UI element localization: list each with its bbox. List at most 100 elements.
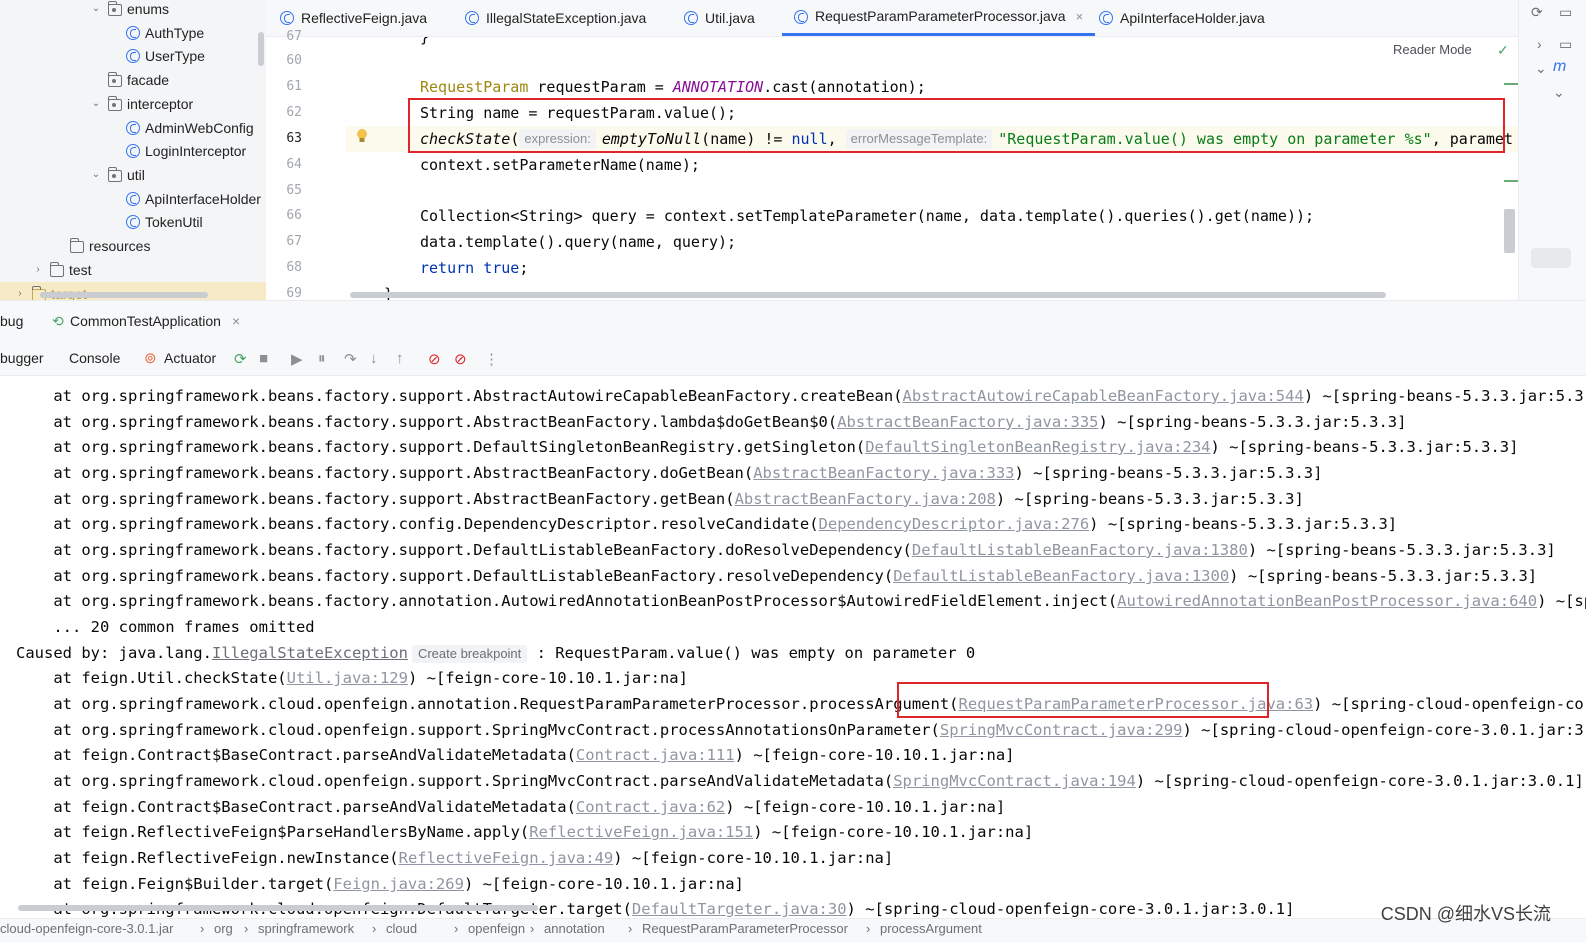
chevron-down-icon[interactable]: ⌄ <box>90 0 102 21</box>
console-line: at org.springframework.beans.factory.sup… <box>16 387 1586 405</box>
class-icon <box>684 11 698 25</box>
run-config-tab[interactable]: CommonTestApplication <box>70 313 221 329</box>
stack-trace-link[interactable]: AbstractBeanFactory.java:335 <box>837 413 1098 431</box>
project-tree: ⌄ enums AuthType UserType facade ⌄ interce… <box>0 0 266 300</box>
step-into-icon[interactable]: ↓ <box>370 350 378 367</box>
breadcrumb-item[interactable]: springframework <box>258 921 354 936</box>
editor-horizontal-scrollbar[interactable] <box>350 292 1386 298</box>
console-horizontal-scrollbar[interactable] <box>18 905 538 911</box>
stack-trace-link[interactable]: DefaultListableBeanFactory.java:1380 <box>912 541 1248 559</box>
code-line-66: Collection<String> query = context.setTe… <box>420 207 1315 225</box>
chevron-right-icon[interactable]: › <box>14 282 26 300</box>
tree-item-facade[interactable]: facade <box>107 68 169 92</box>
chevron-down-icon[interactable]: ⌄ <box>90 92 102 116</box>
stack-trace-link[interactable]: Contract.java:111 <box>576 746 735 764</box>
breadcrumb-item[interactable]: processArgument <box>880 921 982 936</box>
stack-trace-link[interactable]: DefaultListableBeanFactory.java:1300 <box>893 567 1229 585</box>
tree-item-usertype[interactable]: UserType <box>126 44 205 68</box>
tab-debugger[interactable]: bugger <box>0 350 44 366</box>
tree-item-resources[interactable]: resources <box>69 234 150 258</box>
tab-illegalstateexception[interactable]: IllegalStateException.java <box>465 0 646 36</box>
stack-trace-link[interactable]: Util.java:129 <box>287 669 408 687</box>
stack-trace-link[interactable]: AbstractAutowireCapableBeanFactory.java:… <box>903 387 1304 405</box>
breadcrumb-item[interactable]: org <box>214 921 233 936</box>
folder-icon[interactable]: ▭ <box>1559 4 1572 21</box>
resume-icon[interactable]: ▶ <box>291 350 303 368</box>
stop-icon[interactable]: ■ <box>259 350 268 367</box>
console-line: at org.springframework.beans.factory.con… <box>16 515 1398 533</box>
close-tab-icon[interactable]: × <box>1076 0 1084 34</box>
breadcrumb-item[interactable]: cloud <box>386 921 417 936</box>
tab-util[interactable]: Util.java <box>684 0 755 36</box>
breadcrumb-item[interactable]: RequestParamParameterProcessor <box>642 921 848 936</box>
method-icon[interactable]: m <box>1553 58 1566 76</box>
chevron-right-icon[interactable]: › <box>32 258 44 282</box>
stack-trace-link[interactable]: DefaultTargeter.java:30 <box>632 900 847 918</box>
debug-tab[interactable]: bug <box>0 313 23 329</box>
tree-item-adminwebconfig[interactable]: AdminWebConfig <box>126 116 254 140</box>
chevron-down-icon[interactable]: ⌄ <box>1553 84 1565 101</box>
tab-actuator[interactable]: Actuator <box>164 350 216 366</box>
right-tool-strip: ⟳ ▭ › ▭ ⌄ m ⌄ <box>1518 0 1586 300</box>
tab-reflectivefeign[interactable]: ReflectiveFeign.java <box>280 0 427 36</box>
code-editor[interactable]: } RequestParam requestParam = ANNOTATION… <box>346 37 1518 300</box>
code-line-67: data.template().query(name, query); <box>420 233 737 251</box>
tree-scrollbar[interactable] <box>258 32 264 66</box>
stack-trace-link[interactable]: DefaultSingletonBeanRegistry.java:234 <box>865 438 1210 456</box>
console-output[interactable]: at org.springframework.beans.factory.sup… <box>0 376 1586 918</box>
line-number: 67 <box>286 29 302 44</box>
chevron-down-icon[interactable]: ⌄ <box>1535 60 1547 77</box>
stack-trace-link[interactable]: ReflectiveFeign.java:49 <box>399 849 614 867</box>
scroll-thumb[interactable] <box>1531 248 1571 268</box>
chevron-right-icon[interactable]: › <box>1537 36 1542 52</box>
tab-console[interactable]: Console <box>69 350 120 366</box>
reader-mode-button[interactable]: Reader Mode <box>1393 42 1472 57</box>
class-icon <box>126 215 140 229</box>
stack-trace-link[interactable]: SpringMvcContract.java:299 <box>940 721 1183 739</box>
tree-item-enums[interactable]: ⌄ enums <box>90 0 169 21</box>
stack-trace-link[interactable]: AbstractBeanFactory.java:208 <box>735 490 996 508</box>
tree-item-test[interactable]: › test <box>32 258 92 282</box>
console-line: ... 20 common frames omitted <box>16 618 315 636</box>
class-icon <box>794 9 808 24</box>
more-icon[interactable]: ⋮ <box>484 350 499 368</box>
stack-trace-link[interactable]: Contract.java:62 <box>576 798 725 816</box>
stack-trace-link[interactable]: AbstractBeanFactory.java:333 <box>753 464 1014 482</box>
tree-item-interceptor[interactable]: ⌄ interceptor <box>90 92 193 116</box>
chevron-down-icon[interactable]: ⌄ <box>90 163 102 187</box>
editor-tab-bar: ReflectiveFeign.java IllegalStateExcepti… <box>266 0 1518 37</box>
rerun-icon[interactable]: ⟳ <box>234 350 247 368</box>
mute-breakpoints-icon[interactable]: ⊘ <box>454 350 467 368</box>
tree-item-logininterceptor[interactable]: LoginInterceptor <box>126 139 246 163</box>
tree-item-util[interactable]: ⌄ util <box>90 163 145 187</box>
refresh-icon[interactable]: ⟳ <box>1531 4 1543 21</box>
console-line: at feign.ReflectiveFeign$ParseHandlersBy… <box>16 823 1034 841</box>
folder-icon[interactable]: ▭ <box>1559 36 1572 53</box>
breadcrumb-item[interactable]: openfeign <box>468 921 525 936</box>
tree-item-apiinterfaceholder[interactable]: ApiInterfaceHolder <box>126 187 261 211</box>
step-out-icon[interactable]: ↑ <box>396 350 404 367</box>
tab-requestparamparameterprocessor[interactable]: RequestParamParameterProcessor.java × <box>782 0 1096 36</box>
tab-apiinterfaceholder[interactable]: ApiInterfaceHolder.java <box>1099 0 1265 36</box>
tree-horizontal-scrollbar[interactable] <box>40 292 208 298</box>
stack-trace-link[interactable]: AutowiredAnnotationBeanPostProcessor.jav… <box>1117 592 1537 610</box>
step-over-icon[interactable]: ↷ <box>344 350 357 368</box>
view-breakpoints-icon[interactable]: ⊘ <box>428 350 441 368</box>
breadcrumb-separator: › <box>200 921 205 936</box>
create-breakpoint-button[interactable]: Create breakpoint <box>411 645 528 663</box>
stack-trace-link[interactable]: IllegalStateException <box>212 644 408 662</box>
breadcrumb-item[interactable]: cloud-openfeign-core-3.0.1.jar <box>0 921 173 936</box>
console-line: Caused by: java.lang.IllegalStateExcepti… <box>16 644 976 663</box>
stack-trace-link[interactable]: DependencyDescriptor.java:276 <box>819 515 1090 533</box>
lightbulb-icon[interactable] <box>356 128 368 144</box>
stack-trace-link[interactable]: Feign.java:269 <box>333 875 464 893</box>
tree-item-authtype[interactable]: AuthType <box>126 21 204 45</box>
tree-item-tokenutil[interactable]: TokenUtil <box>126 210 203 234</box>
editor-scrollbar[interactable] <box>1504 209 1515 253</box>
close-icon[interactable]: × <box>232 313 240 329</box>
pause-icon[interactable]: ⏸ <box>318 350 326 367</box>
console-line: at org.springframework.beans.factory.sup… <box>16 541 1556 559</box>
stack-trace-link[interactable]: SpringMvcContract.java:194 <box>893 772 1136 790</box>
breadcrumb-item[interactable]: annotation <box>544 921 605 936</box>
stack-trace-link[interactable]: ReflectiveFeign.java:151 <box>529 823 753 841</box>
